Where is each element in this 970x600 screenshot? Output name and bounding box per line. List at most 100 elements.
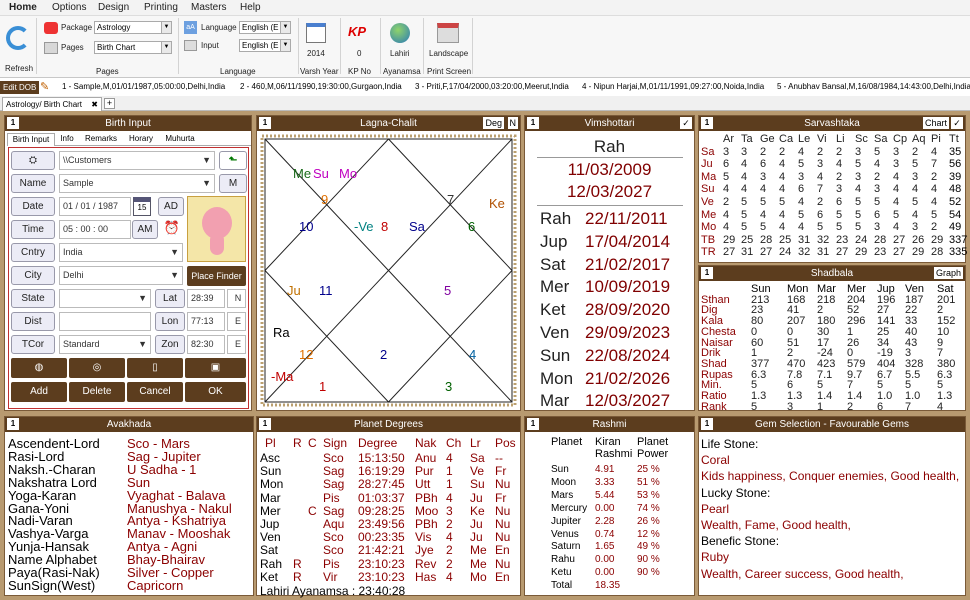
row-header: Su (701, 183, 715, 196)
lat-field[interactable]: 28:39 (187, 289, 225, 308)
customers-select[interactable]: \\Customers ▼ (59, 151, 215, 170)
table-cell: Aqu (323, 517, 345, 531)
table-cell: 2 (836, 145, 843, 158)
cancel-button[interactable]: Cancel (127, 382, 183, 402)
table-cell: 337 (949, 233, 968, 246)
dob-item[interactable]: 5 - Anubhav Bansal,M,16/08/1984,14:43:00… (777, 82, 970, 91)
chart-house-label: 9 (321, 192, 328, 207)
lon-field[interactable]: 77:13 (187, 312, 225, 331)
dob-item[interactable]: 1 - Sample,M,01/01/1987,05:00:00,Delhi,I… (62, 82, 225, 91)
n-button[interactable]: N (507, 117, 518, 129)
planet-name: Sat (260, 543, 279, 558)
tab-birth-input[interactable]: Birth Input (7, 133, 55, 146)
add-button[interactable]: Add (11, 382, 67, 402)
column-header: Rashmi (595, 448, 633, 460)
calendar-icon[interactable] (306, 23, 326, 43)
ok-button[interactable]: OK (185, 382, 246, 402)
state-field[interactable]: ▼ (59, 289, 151, 308)
check-icon[interactable]: ✓ (951, 117, 963, 129)
gem-detail: Wealth, Fame, Good health, (701, 518, 851, 532)
row-header: Sa (701, 145, 715, 158)
table-cell: 28 (760, 233, 773, 246)
menu-help[interactable]: Help (240, 2, 261, 13)
table-cell: 4 (741, 183, 748, 196)
pages-select[interactable]: Birth Chart ▼ (94, 41, 172, 54)
dob-item[interactable]: 4 - Nipun Harjai,M,01/11/1991,09:27:00,N… (582, 82, 764, 91)
tab-remarks[interactable]: Remarks (80, 134, 122, 143)
new-tab-button[interactable]: + (104, 98, 115, 109)
globe-icon[interactable] (390, 23, 410, 43)
delete-button[interactable]: Delete (69, 382, 125, 402)
check-icon[interactable]: ✓ (680, 117, 692, 129)
customers-icon[interactable]: ⛭ (11, 151, 55, 170)
table-cell: 90 % (637, 567, 660, 579)
dob-bar: Edit DOB ✎ 1 - Sample,M,01/01/1987,05:00… (0, 80, 970, 95)
dob-item[interactable]: 3 - Priti,F,17/04/2000,03:20:00,Meerut,I… (415, 82, 569, 91)
globe-icon[interactable]: ◍ (11, 358, 67, 378)
am-button[interactable]: AM (132, 220, 158, 239)
dob-item[interactable]: 2 - 460,M,06/11/1990,19:30:00,Gurgaon,In… (240, 82, 402, 91)
kp-label: KP No (348, 67, 371, 76)
menu-design[interactable]: Design (98, 2, 129, 13)
table-cell: PBh (415, 490, 438, 505)
tab-info[interactable]: Info (57, 134, 77, 143)
degree-button[interactable]: Deg (483, 117, 504, 129)
language-select[interactable]: English (E ▼ (239, 21, 291, 34)
menu-options[interactable]: Options (52, 2, 86, 13)
tab-birth-chart[interactable]: Astrology/ Birth Chart ✖ (2, 97, 102, 111)
table-cell: Ve (470, 464, 485, 479)
ad-button[interactable]: AD (158, 197, 184, 216)
refresh-icon[interactable] (6, 26, 30, 50)
target-icon[interactable]: ◎ (69, 358, 125, 378)
table-cell: 3 (760, 170, 767, 183)
zon-dir[interactable]: E (227, 335, 246, 354)
table-cell: 23 (836, 233, 849, 246)
graph-button[interactable]: Graph (933, 267, 963, 279)
table-cell: 5.44 (595, 489, 615, 501)
city-field[interactable]: Delhi ▼ (59, 266, 183, 285)
tab-muhurta[interactable]: Muhurta (160, 134, 200, 143)
antardasha-date: 10/09/2019 (585, 277, 671, 297)
date-field[interactable]: 01 / 01 / 1987 (59, 197, 131, 216)
menu-printing[interactable]: Printing (144, 2, 178, 13)
table-cell: 6 (817, 208, 824, 221)
time-field[interactable]: 05 : 00 : 00 (59, 220, 131, 239)
tcor-field[interactable]: Standard ▼ (59, 335, 151, 354)
table-cell: C (308, 503, 317, 518)
table-cell: Nu (495, 556, 511, 571)
menu-home[interactable]: Home (9, 2, 37, 13)
column-header: Pl (265, 436, 276, 450)
kp-icon[interactable]: KP (348, 24, 370, 42)
planet-name: Sun (260, 464, 282, 479)
gem-detail: Kids happiness, Conquer enemies, Good he… (701, 469, 960, 484)
calendar-icon[interactable]: 15 (133, 197, 151, 216)
name-field[interactable]: Sample ▼ (59, 174, 215, 193)
zon-field[interactable]: 82:30 (187, 335, 225, 354)
table-cell: 5 (931, 208, 938, 221)
tab-horary[interactable]: Horary (124, 134, 158, 143)
dist-field[interactable] (59, 312, 151, 331)
print-icon[interactable] (437, 23, 459, 43)
place-finder-button[interactable]: Place Finder (187, 266, 246, 286)
document-icon[interactable]: ▯ (127, 358, 183, 378)
alarm-icon[interactable]: ⏰ (162, 220, 182, 239)
lon-dir[interactable]: E (227, 312, 246, 331)
table-cell: Vis (415, 530, 432, 545)
chart-button[interactable]: Chart (922, 117, 949, 129)
input-select[interactable]: English (E ▼ (239, 39, 291, 52)
ayanamsa-value: Lahiri (390, 49, 410, 58)
gem-selection-panel: 1 Gem Selection - Favourable Gems Life St… (698, 416, 966, 596)
save-icon[interactable]: ▣ (185, 358, 246, 378)
menu-masters[interactable]: Masters (191, 2, 227, 13)
edit-dob-button[interactable]: Edit DOB (0, 81, 40, 94)
table-cell: 3 (874, 183, 881, 196)
package-select[interactable]: Astrology ▼ (94, 21, 172, 34)
country-field[interactable]: India ▼ (59, 243, 183, 262)
exit-icon[interactable]: ⬑ (219, 151, 247, 170)
gender-button[interactable]: M (219, 174, 247, 193)
lat-dir[interactable]: N (227, 289, 246, 308)
pencil-icon[interactable]: ✎ (40, 80, 49, 93)
close-icon[interactable]: ✖ (91, 98, 98, 111)
column-header: Lr (470, 436, 481, 450)
table-cell: 4 (779, 158, 786, 171)
